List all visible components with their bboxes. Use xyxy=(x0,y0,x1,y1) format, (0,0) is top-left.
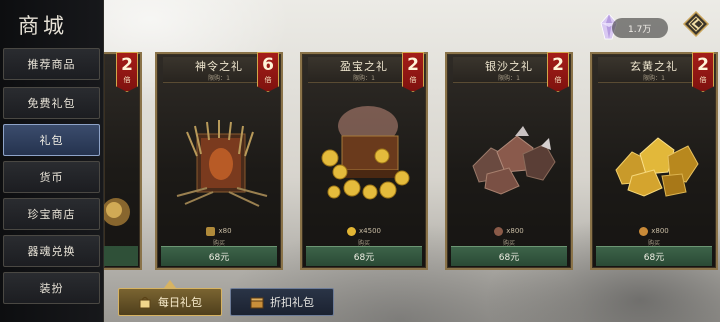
multiplier-badge: 2 倍 xyxy=(547,52,569,92)
multiplier-unit: 倍 xyxy=(699,76,707,84)
price-button[interactable]: 68元 xyxy=(306,246,422,266)
price-text: 68元 xyxy=(643,253,665,263)
nav-label: 推荐商品 xyxy=(27,58,76,71)
gift-bag-icon xyxy=(139,296,151,309)
price-button[interactable]: 68元 xyxy=(596,246,712,266)
quantity-row: x4500 xyxy=(302,224,426,238)
multiplier-value: 2 xyxy=(407,55,419,75)
pack-card-shenling[interactable]: 神令之礼 限购：1 6 倍 x80 购买 68元 xyxy=(155,52,283,270)
price-button[interactable]: 68元 xyxy=(161,246,277,266)
price-text: 68元 xyxy=(498,253,520,263)
tab-daily-packs[interactable]: 每日礼包 xyxy=(118,288,222,316)
nav-label: 礼包 xyxy=(39,134,64,147)
quantity-text: x4500 xyxy=(359,227,381,235)
multiplier-value: 6 xyxy=(262,55,274,75)
quantity-row: x800 xyxy=(592,224,716,238)
multiplier-value: 2 xyxy=(121,55,133,75)
tab-label: 折扣礼包 xyxy=(270,296,314,309)
quantity-text: x80 xyxy=(218,227,232,235)
nav-label: 货币 xyxy=(39,171,64,184)
active-tab-pointer-icon xyxy=(164,280,176,288)
coin-icon xyxy=(347,226,357,236)
nav-label: 珍宝商店 xyxy=(27,208,76,221)
partial-price-strip xyxy=(104,246,138,266)
multiplier-badge: 2 倍 xyxy=(116,52,138,92)
pack-card-yingbao[interactable]: 盈宝之礼 限购：1 2 倍 x4500 购买 68元 xyxy=(300,52,428,270)
token-icon xyxy=(206,226,216,236)
partial-art xyxy=(104,198,130,226)
nav-item-outfits[interactable]: 装扮 xyxy=(3,272,100,304)
multiplier-badge: 6 倍 xyxy=(257,52,279,92)
treasure-chest-art xyxy=(321,106,410,200)
chest-icon xyxy=(250,297,264,309)
multiplier-unit: 倍 xyxy=(554,76,562,84)
nav-item-currency[interactable]: 货币 xyxy=(3,161,100,193)
currency-amount-text: 1.7万 xyxy=(628,24,652,35)
token-bundle-art xyxy=(176,120,268,207)
multiplier-badge: 2 倍 xyxy=(402,52,424,92)
exit-icon[interactable] xyxy=(682,10,710,38)
price-button[interactable]: 68元 xyxy=(451,246,567,266)
multiplier-unit: 倍 xyxy=(123,76,131,84)
price-text: 68元 xyxy=(208,253,230,263)
ore-icon xyxy=(494,226,504,236)
multiplier-badge: 2 倍 xyxy=(692,52,714,92)
price-text: 68元 xyxy=(353,253,375,263)
quantity-row: x80 xyxy=(157,224,281,238)
nav-item-treasure-shop[interactable]: 珍宝商店 xyxy=(3,198,100,230)
multiplier-value: 2 xyxy=(697,55,709,75)
quantity-text: x800 xyxy=(506,227,524,235)
tab-label: 每日礼包 xyxy=(158,296,202,309)
pack-card-yinsha[interactable]: 银沙之礼 限购：1 2 倍 x800 购买 68元 xyxy=(445,52,573,270)
shop-sidebar: 商城 推荐商品 免费礼包 礼包 货币 珍宝商店 器魂兑换 装扮 xyxy=(0,0,104,322)
gold-ore-icon xyxy=(639,226,649,236)
tab-discount-packs[interactable]: 折扣礼包 xyxy=(230,288,334,316)
nav-label: 免费礼包 xyxy=(27,97,76,110)
nav-label: 装扮 xyxy=(39,282,64,295)
currency-amount: 1.7万 xyxy=(612,18,668,38)
nav-item-free-packs[interactable]: 免费礼包 xyxy=(3,87,100,119)
shop-title: 商城 xyxy=(18,14,68,38)
quantity-text: x800 xyxy=(651,227,669,235)
nav-item-recommended[interactable]: 推荐商品 xyxy=(3,48,100,80)
multiplier-value: 2 xyxy=(552,55,564,75)
nav-item-packs[interactable]: 礼包 xyxy=(3,124,100,156)
gold-pile-art xyxy=(615,137,699,197)
nav-item-soul-exchange[interactable]: 器魂兑换 xyxy=(3,235,100,267)
quantity-row: x800 xyxy=(447,224,571,238)
ore-pile-art xyxy=(472,126,556,195)
pack-card-xuanhuang[interactable]: 玄黄之礼 限购：1 2 倍 x800 购买 68元 xyxy=(590,52,718,270)
multiplier-unit: 倍 xyxy=(264,76,272,84)
pack-card-partial[interactable]: 2 倍 xyxy=(104,52,142,270)
nav-label: 器魂兑换 xyxy=(27,245,76,258)
multiplier-unit: 倍 xyxy=(409,76,417,84)
